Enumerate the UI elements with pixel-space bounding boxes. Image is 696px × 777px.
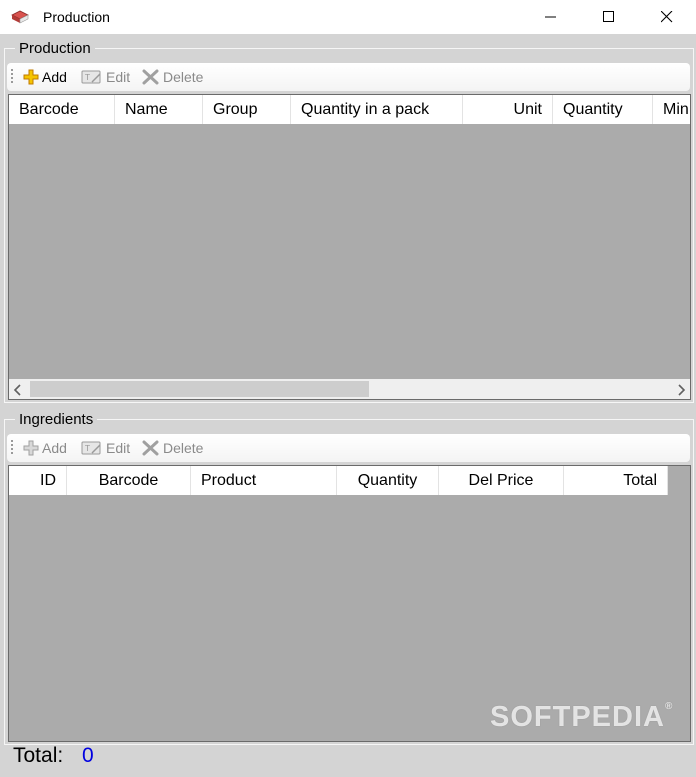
ingredients-edit-button[interactable]: T Edit: [81, 438, 130, 458]
column-header-quantity[interactable]: Quantity: [337, 466, 439, 495]
production-group-label: Production: [15, 40, 95, 57]
production-add-label: Add: [42, 69, 67, 85]
close-button[interactable]: [638, 0, 696, 34]
production-table[interactable]: Barcode Name Group Quantity in a pack Un…: [8, 94, 691, 400]
scrollbar-thumb[interactable]: [30, 381, 369, 397]
column-header-quantity[interactable]: Quantity: [553, 95, 653, 124]
scroll-right-icon[interactable]: [676, 383, 686, 399]
production-delete-button[interactable]: Delete: [142, 67, 203, 87]
column-header-name[interactable]: Name: [115, 95, 203, 124]
column-header-del-price[interactable]: Del Price: [439, 466, 564, 495]
svg-text:T: T: [84, 444, 90, 453]
window-title: Production: [43, 9, 110, 25]
edit-icon: T: [81, 441, 101, 455]
minimize-button[interactable]: [522, 0, 580, 34]
column-header-unit[interactable]: Unit: [463, 95, 553, 124]
column-header-product[interactable]: Product: [191, 466, 337, 495]
maximize-button[interactable]: [580, 0, 638, 34]
column-header-barcode[interactable]: Barcode: [67, 466, 191, 495]
total-value: 0: [82, 744, 94, 767]
title-bar: Production: [0, 0, 696, 34]
plus-icon: [23, 69, 39, 85]
ingredients-group-label: Ingredients: [15, 411, 98, 428]
delete-icon: [142, 69, 159, 85]
ingredients-table-header: ID Barcode Product Quantity Del Price To…: [9, 466, 668, 495]
ingredients-edit-label: Edit: [106, 440, 131, 456]
delete-icon: [142, 440, 159, 456]
production-horizontal-scrollbar[interactable]: [9, 379, 690, 399]
column-header-id[interactable]: ID: [9, 466, 67, 495]
softpedia-watermark: SOFTPEDIA®: [490, 701, 674, 733]
maximize-icon: [603, 11, 614, 22]
column-header-total[interactable]: Total: [564, 466, 668, 495]
column-header-group[interactable]: Group: [203, 95, 291, 124]
books-icon: [10, 8, 30, 26]
svg-text:T: T: [84, 73, 90, 82]
production-delete-label: Delete: [163, 69, 204, 85]
column-header-min[interactable]: Min: [653, 95, 690, 124]
plus-icon: [23, 440, 39, 456]
ingredients-delete-label: Delete: [163, 440, 204, 456]
minimize-icon: [545, 16, 556, 18]
production-toolbar: Add T Edit Delete: [7, 63, 690, 91]
edit-icon: T: [81, 70, 101, 84]
close-icon: [661, 11, 673, 23]
ingredients-add-button[interactable]: Add: [23, 438, 67, 458]
ingredients-toolbar: Add T Edit Delete: [7, 434, 690, 462]
production-table-header: Barcode Name Group Quantity in a pack Un…: [9, 95, 690, 124]
column-header-barcode[interactable]: Barcode: [9, 95, 115, 124]
production-edit-button[interactable]: T Edit: [81, 67, 130, 87]
production-edit-label: Edit: [106, 69, 131, 85]
total-label: Total:: [13, 744, 64, 767]
toolbar-grip[interactable]: [11, 69, 13, 85]
toolbar-grip[interactable]: [11, 440, 13, 456]
production-add-button[interactable]: Add: [23, 67, 67, 87]
scroll-left-icon[interactable]: [13, 383, 23, 399]
ingredients-delete-button[interactable]: Delete: [142, 438, 203, 458]
column-header-quantity-in-a-pack[interactable]: Quantity in a pack: [291, 95, 463, 124]
ingredients-add-label: Add: [42, 440, 67, 456]
